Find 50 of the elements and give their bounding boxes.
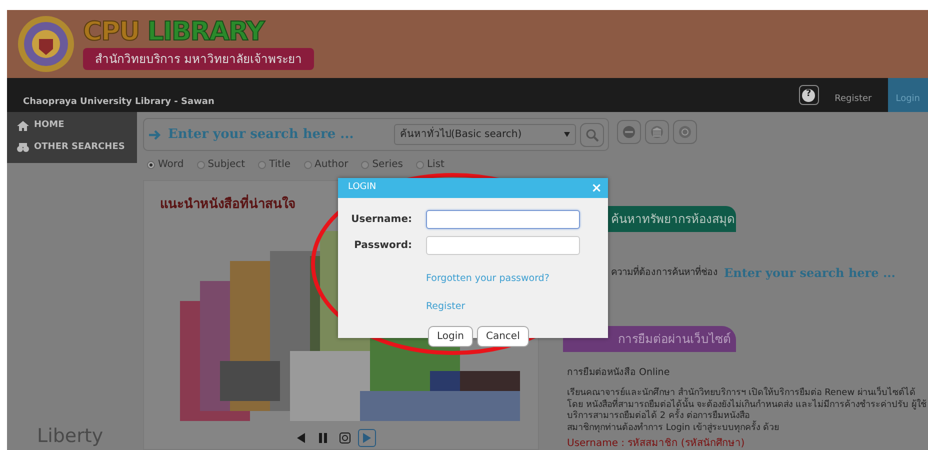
- field-label: Username:: [350, 213, 412, 227]
- globe-icon-button[interactable]: [673, 120, 697, 144]
- dialog-button[interactable]: Login: [428, 326, 473, 347]
- renew-paragraph: เรียนคณาจารย์และนักศึกษา สำนักวิทยบริการฯ เปิดให้บริการยืมต่อ Renew ผ่านเว็บไซต์ได้โดย หนังสือที่สามารถยืมต่อได้นั้น จะต้องยังไม่เกินกำหนดส่ง และไม่มีการค้างชำระค่าปรับ ผู้ใช้บริการสามารถยืมต่อได้ 2 ครั้ง ต่อการยืมหนังสือ: [567, 388, 927, 421]
- search-type-radio[interactable]: List: [416, 157, 444, 172]
- search-bar[interactable]: Enter your search here ... ค้นหาทั่วไป(Basic search): [143, 118, 609, 151]
- input-field[interactable]: [426, 236, 580, 255]
- nav-link[interactable]: Register: [826, 78, 880, 112]
- search-hint-text: ความที่ต้องการค้นหาที่ช่อง: [611, 266, 718, 280]
- pause-icon: [318, 432, 328, 444]
- minus-circle-icon: [622, 124, 636, 138]
- globe-icon: [678, 124, 692, 138]
- home-icon: [17, 120, 29, 132]
- play-icon: [362, 432, 372, 444]
- arrow-icon: [148, 128, 162, 140]
- help-button[interactable]: ?: [798, 85, 819, 105]
- search-icon: [585, 128, 599, 142]
- username-note: Username : รหัสสมาชิก (รหัสนักศึกษา): [567, 436, 746, 450]
- search-type-radio[interactable]: Title: [258, 157, 291, 172]
- zoom-icon: [339, 432, 351, 444]
- previous-icon: [296, 432, 306, 444]
- dialog-link[interactable]: Register: [426, 300, 466, 314]
- search-hint-example: Enter your search here ...: [724, 265, 896, 282]
- building-icon: [650, 124, 664, 138]
- search-type-radio[interactable]: Subject: [196, 157, 246, 172]
- circle-icon-button[interactable]: [617, 120, 641, 144]
- dialog-link[interactable]: Forgotten your password?: [426, 272, 550, 286]
- sidebar-item[interactable]: HOME: [7, 112, 137, 136]
- logo-subtitle: สำนักวิทยบริการ มหาวิทยาลัยเจ้าพระยา: [83, 48, 314, 70]
- renew-login-note: สมาชิกทุกท่านต้องทำการ Login เข้าสู่ระบบทุกครั้ง ด้วย: [567, 422, 928, 436]
- section-heading: แนะนำหนังสือที่น่าสนใจ: [160, 195, 538, 214]
- search-type-radio[interactable]: Word: [147, 157, 184, 172]
- close-button[interactable]: ×: [591, 182, 602, 194]
- building-icon-button[interactable]: [645, 120, 669, 144]
- caret-icon: [564, 132, 570, 137]
- dialog-title: LOGIN: [348, 181, 376, 194]
- nav-link[interactable]: Login: [888, 78, 928, 112]
- search-mode-dropdown[interactable]: ค้นหาทั่วไป(Basic search): [394, 124, 576, 145]
- logo-title: LIBRARY: [147, 18, 264, 44]
- input-field[interactable]: [426, 210, 580, 229]
- site-name: Chaopraya University Library - Sawan: [22, 96, 214, 108]
- binoculars-icon: [17, 141, 29, 154]
- field-label: Password:: [353, 239, 412, 253]
- dialog-button[interactable]: Cancel: [476, 326, 529, 347]
- sidebar-item[interactable]: OTHER SEARCHES: [7, 136, 137, 163]
- search-button[interactable]: [580, 122, 604, 146]
- search-type-radio[interactable]: Series: [361, 157, 403, 172]
- university-seal-icon: [17, 15, 75, 73]
- search-type-radio[interactable]: Author: [304, 157, 348, 172]
- renew-title: การยืมต่อหนังสือ Online: [567, 366, 671, 380]
